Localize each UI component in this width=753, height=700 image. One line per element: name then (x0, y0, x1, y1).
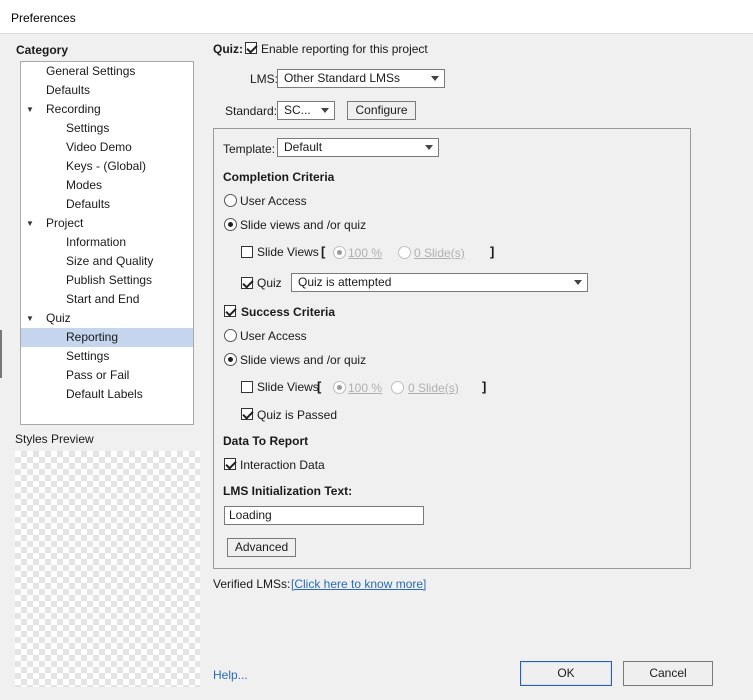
completion-bracket-close: ] (490, 244, 495, 259)
interaction-data-checkbox[interactable] (224, 458, 236, 470)
completion-quiz-label: Quiz (257, 276, 282, 290)
styles-preview-area (15, 451, 200, 687)
window-title: Preferences (11, 11, 76, 25)
completion-user-access-radio[interactable] (224, 194, 237, 207)
success-slide-views-quiz-radio[interactable] (224, 353, 237, 366)
completion-slide-views-quiz-label: Slide views and /or quiz (240, 218, 367, 232)
quiz-condition-dropdown[interactable]: Quiz is attempted (291, 273, 588, 292)
verified-lms-link[interactable]: [Click here to know more] (291, 577, 426, 591)
tree-item-defaults[interactable]: Defaults (21, 81, 193, 100)
completion-criteria-heading: Completion Criteria (223, 170, 335, 184)
tree-item-start-and-end[interactable]: Start and End (21, 290, 193, 309)
tree-item-pass-or-fail[interactable]: Pass or Fail (21, 366, 193, 385)
completion-slide-views-quiz-radio[interactable] (224, 218, 237, 231)
tree-item-video-demo[interactable]: Video Demo (21, 138, 193, 157)
quiz-condition-value: Quiz is attempted (298, 275, 392, 289)
lms-init-heading: LMS Initialization Text: (223, 484, 353, 498)
completion-percent-radio[interactable] (333, 246, 346, 259)
quiz-passed-label: Quiz is Passed (257, 408, 338, 422)
template-label: Template: (223, 142, 276, 156)
tree-item-quiz[interactable]: ▼ Quiz (21, 309, 193, 328)
cancel-button[interactable]: Cancel (623, 661, 713, 686)
success-bracket-close: ] (482, 379, 487, 394)
success-criteria-heading: Success Criteria (241, 305, 336, 319)
standard-dropdown-value: SC... (284, 103, 311, 117)
standard-dropdown[interactable]: SC... (277, 101, 335, 120)
completion-user-access-label: User Access (240, 194, 307, 208)
tree-item-reporting[interactable]: Reporting (21, 328, 193, 347)
success-bracket-open: [ (317, 379, 322, 394)
tree-item-quiz-settings[interactable]: Settings (21, 347, 193, 366)
category-label: Category (16, 43, 69, 57)
help-link[interactable]: Help... (213, 668, 248, 682)
template-dropdown-value: Default (284, 140, 323, 154)
completion-percent-value: 100 % (348, 246, 383, 260)
chevron-down-icon (574, 280, 582, 285)
completion-slide-views-checkbox[interactable] (241, 246, 253, 258)
advanced-button[interactable]: Advanced (227, 538, 296, 557)
quiz-label: Quiz: (213, 42, 243, 56)
chevron-down-icon (431, 76, 439, 81)
verified-lms-label: Verified LMSs: (213, 577, 291, 591)
success-user-access-label: User Access (240, 329, 307, 343)
tree-item-keys-global[interactable]: Keys - (Global) (21, 157, 193, 176)
quiz-passed-checkbox[interactable] (241, 408, 253, 420)
tree-item-default-labels[interactable]: Default Labels (21, 385, 193, 404)
lms-init-text-input[interactable]: Loading (224, 506, 424, 525)
lms-init-text-value: Loading (229, 508, 272, 522)
completion-slide-views-label: Slide Views (257, 245, 319, 259)
success-percent-value: 100 % (348, 381, 383, 395)
success-user-access-radio[interactable] (224, 329, 237, 342)
tree-item-modes[interactable]: Modes (21, 176, 193, 195)
success-slides-radio[interactable] (391, 381, 404, 394)
completion-slides-radio[interactable] (398, 246, 411, 259)
lms-dropdown-value: Other Standard LMSs (284, 71, 401, 85)
success-percent-radio[interactable] (333, 381, 346, 394)
completion-bracket-open: [ (321, 244, 326, 259)
expand-arrow-icon[interactable]: ▼ (26, 100, 34, 119)
tree-item-information[interactable]: Information (21, 233, 193, 252)
tree-item-recording-settings[interactable]: Settings (21, 119, 193, 138)
tree-item-general-settings[interactable]: General Settings (21, 62, 193, 81)
configure-button[interactable]: Configure (347, 101, 416, 120)
enable-reporting-checkbox[interactable] (245, 42, 257, 54)
expand-arrow-icon[interactable]: ▼ (26, 214, 34, 233)
expand-arrow-icon[interactable]: ▼ (26, 309, 34, 328)
tree-item-project[interactable]: ▼ Project (21, 214, 193, 233)
success-criteria-checkbox[interactable] (224, 305, 236, 317)
success-slide-views-checkbox[interactable] (241, 381, 253, 393)
tree-item-recording[interactable]: ▼ Recording (21, 100, 193, 119)
tree-item-recording-defaults[interactable]: Defaults (21, 195, 193, 214)
category-tree[interactable]: General Settings Defaults ▼ Recording Set… (20, 61, 194, 425)
tree-item-publish-settings[interactable]: Publish Settings (21, 271, 193, 290)
data-to-report-heading: Data To Report (223, 434, 309, 448)
success-slide-views-quiz-label: Slide views and /or quiz (240, 353, 367, 367)
enable-reporting-label: Enable reporting for this project (261, 42, 428, 56)
completion-slides-value: 0 Slide(s) (414, 246, 465, 260)
standard-label: Standard: (225, 104, 278, 118)
interaction-data-label: Interaction Data (240, 458, 325, 472)
styles-preview-label: Styles Preview (15, 432, 94, 446)
success-slides-value: 0 Slide(s) (408, 381, 459, 395)
ok-button[interactable]: OK (520, 661, 612, 686)
tree-item-size-and-quality[interactable]: Size and Quality (21, 252, 193, 271)
success-slide-views-label: Slide Views (257, 380, 319, 394)
lms-label: LMS: (250, 72, 279, 86)
window-edge-divider (0, 330, 2, 378)
lms-dropdown[interactable]: Other Standard LMSs (277, 69, 445, 88)
chevron-down-icon (321, 108, 329, 113)
template-dropdown[interactable]: Default (277, 138, 439, 157)
chevron-down-icon (425, 145, 433, 150)
title-bar: Preferences (0, 0, 753, 34)
completion-quiz-checkbox[interactable] (241, 277, 253, 289)
